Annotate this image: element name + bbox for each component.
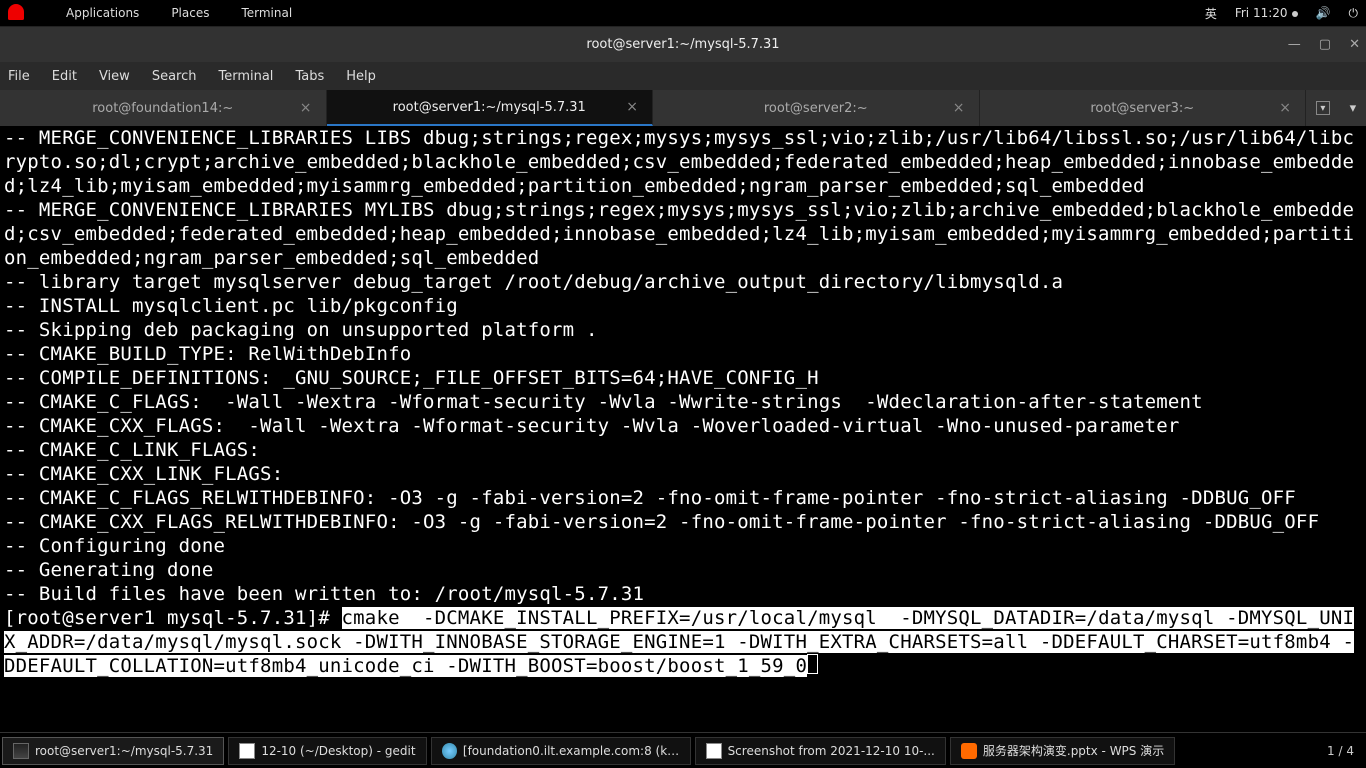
gedit-icon [239, 743, 255, 759]
volume-icon[interactable]: 🔊 [1316, 6, 1331, 20]
terminal-viewport[interactable]: -- MERGE_CONVENIENCE_LIBRARIES LIBS dbug… [0, 126, 1366, 732]
workspace-indicator[interactable]: 1 / 4 [1315, 744, 1366, 758]
task-gedit[interactable]: 12-10 (~/Desktop) - gedit [228, 737, 426, 765]
clock[interactable]: Fri 11:20 [1235, 6, 1298, 20]
wps-icon [961, 743, 977, 759]
cursor [807, 654, 818, 674]
task-terminal[interactable]: root@server1:~/mysql-5.7.31 [2, 737, 224, 765]
menu-help[interactable]: Help [346, 69, 376, 84]
minimize-button[interactable]: — [1288, 37, 1301, 52]
power-icon[interactable]: ⏻ [1349, 6, 1359, 21]
terminal-menu[interactable]: Terminal [241, 6, 292, 20]
close-icon[interactable]: × [953, 100, 965, 116]
task-wps[interactable]: 服务器架构演变.pptx - WPS 演示 [950, 737, 1175, 765]
tab-server2[interactable]: root@server2:~ × [653, 90, 980, 126]
image-icon [706, 743, 722, 759]
maximize-button[interactable]: ▢ [1319, 37, 1331, 52]
tab-server1[interactable]: root@server1:~/mysql-5.7.31 × [327, 90, 654, 126]
close-icon[interactable]: × [1279, 100, 1291, 116]
ime-indicator[interactable]: 英 [1205, 5, 1217, 22]
gnome-top-panel: Applications Places Terminal 英 Fri 11:20… [0, 0, 1366, 26]
window-titlebar: root@server1:~/mysql-5.7.31 — ▢ ✕ [0, 26, 1366, 62]
terminal-output: -- MERGE_CONVENIENCE_LIBRARIES LIBS dbug… [4, 127, 1354, 605]
terminal-icon [13, 743, 29, 759]
tab-label: root@server3:~ [1090, 101, 1194, 116]
places-menu[interactable]: Places [171, 6, 209, 20]
window-title: root@server1:~/mysql-5.7.31 [586, 37, 779, 52]
task-screenshot[interactable]: Screenshot from 2021-12-10 10-... [695, 737, 946, 765]
tab-label: root@server1:~/mysql-5.7.31 [393, 100, 586, 115]
tab-label: root@server2:~ [764, 101, 868, 116]
task-label: Screenshot from 2021-12-10 10-... [728, 744, 935, 758]
window-list-panel: root@server1:~/mysql-5.7.31 12-10 (~/Des… [0, 732, 1366, 768]
task-label: 服务器架构演变.pptx - WPS 演示 [983, 742, 1164, 759]
tab-server3[interactable]: root@server3:~ × [980, 90, 1307, 126]
shell-prompt: [root@server1 mysql-5.7.31]# [4, 607, 342, 629]
terminal-tabbar: root@foundation14:~ × root@server1:~/mys… [0, 90, 1366, 126]
globe-icon [442, 743, 457, 759]
close-button[interactable]: ✕ [1349, 37, 1360, 52]
tab-label: root@foundation14:~ [92, 101, 233, 116]
task-label: root@server1:~/mysql-5.7.31 [35, 744, 213, 758]
task-browser[interactable]: [foundation0.ilt.example.com:8 (kio... [431, 737, 691, 765]
terminal-menubar: File Edit View Search Terminal Tabs Help [0, 62, 1366, 90]
activities-hat-icon[interactable] [8, 4, 34, 23]
new-tab-button[interactable]: ▾ [1316, 101, 1330, 115]
task-label: 12-10 (~/Desktop) - gedit [261, 744, 415, 758]
menu-file[interactable]: File [8, 69, 30, 84]
close-icon[interactable]: × [300, 100, 312, 116]
menu-edit[interactable]: Edit [52, 69, 77, 84]
menu-search[interactable]: Search [152, 69, 197, 84]
close-icon[interactable]: × [626, 99, 638, 115]
menu-terminal[interactable]: Terminal [218, 69, 273, 84]
tab-foundation14[interactable]: root@foundation14:~ × [0, 90, 327, 126]
task-label: [foundation0.ilt.example.com:8 (kio... [463, 744, 680, 758]
tab-menu-button[interactable]: ▾ [1350, 101, 1357, 116]
menu-view[interactable]: View [99, 69, 130, 84]
applications-menu[interactable]: Applications [66, 6, 139, 20]
menu-tabs[interactable]: Tabs [295, 69, 324, 84]
